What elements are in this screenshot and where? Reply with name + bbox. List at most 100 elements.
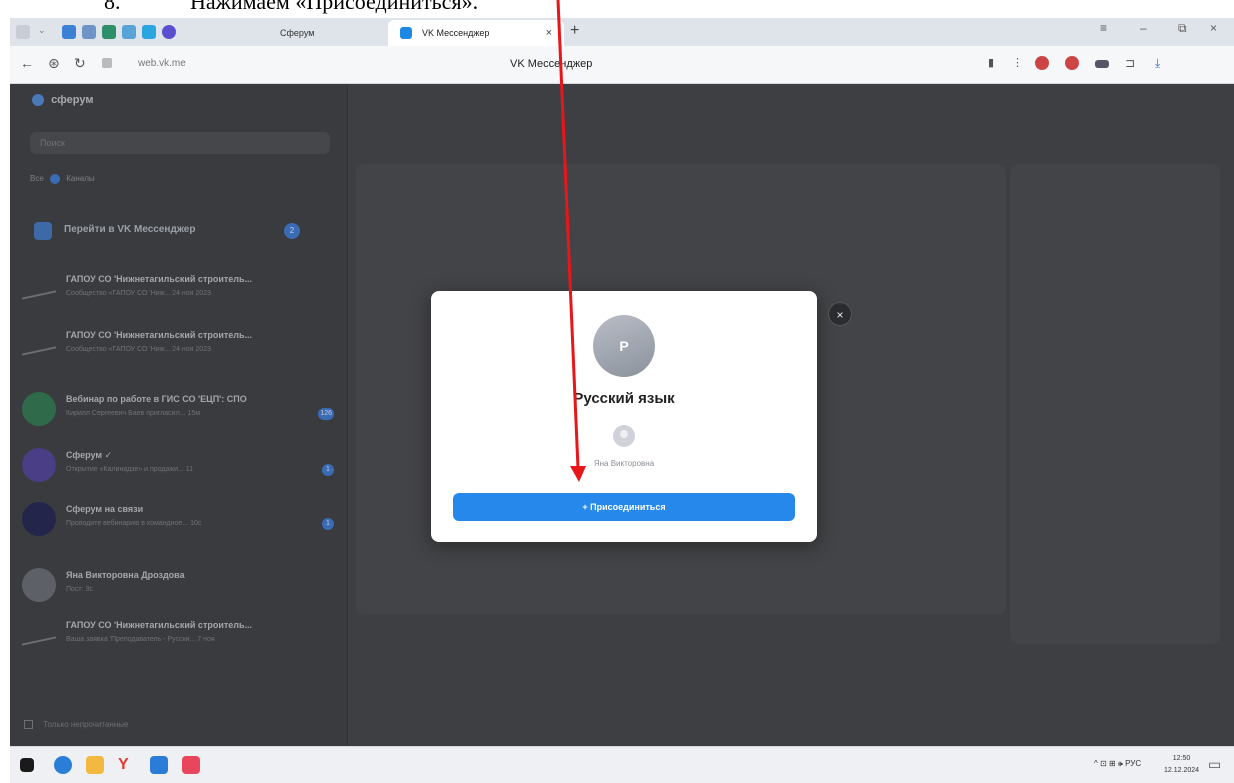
- filter-all[interactable]: Все: [30, 174, 44, 183]
- windows-start-icon[interactable]: [20, 758, 34, 772]
- close-window-button[interactable]: ×: [1210, 21, 1217, 35]
- vk-messenger-icon: [34, 222, 52, 240]
- yandex-browser-icon[interactable]: Y: [118, 756, 136, 774]
- avatar: [22, 448, 56, 482]
- pinned-tab-icon[interactable]: [82, 25, 96, 39]
- browser-tab-bar: ⌄ Сферум VK Мессенджер × + ≡ – ⧉ ×: [10, 18, 1234, 46]
- tab-label: Сферум: [280, 28, 315, 38]
- pinned-tab-icon[interactable]: [162, 25, 176, 39]
- pinned-tab-icon[interactable]: [62, 25, 76, 39]
- app-icon[interactable]: [182, 756, 200, 774]
- filter-count-badge: [50, 174, 61, 184]
- chat-sidebar: сферум Поиск Все Каналы Перейти в VK Мес…: [10, 84, 348, 746]
- tab-sferum[interactable]: Сферум: [268, 22, 378, 44]
- checkbox[interactable]: [24, 720, 33, 730]
- search-input[interactable]: Поиск: [30, 132, 330, 154]
- chat-list-item[interactable]: Сферум на связи Проводите вебинарию в ко…: [22, 494, 338, 544]
- chat-list-item[interactable]: Яна Викторовна Дроздова Пост: 3с: [22, 560, 338, 610]
- user-icon: [613, 425, 635, 447]
- tab-count-icon[interactable]: [16, 25, 30, 39]
- unread-badge: 2: [284, 223, 300, 239]
- chat-list-item[interactable]: ГАПОУ СО 'Нижнетагильский строитель... С…: [22, 264, 338, 314]
- restore-button[interactable]: ⧉: [1178, 21, 1187, 36]
- chat-list-item[interactable]: Сферум ✓ Открытие «Калинадзе» и продажи.…: [22, 440, 338, 490]
- college-logo-icon: [22, 276, 56, 300]
- unread-badge: 126: [318, 408, 334, 420]
- pinned-tab-icon[interactable]: [102, 25, 116, 39]
- unread-badge: 1: [322, 518, 334, 530]
- goto-label: Перейти в VK Мессенджер: [64, 224, 196, 235]
- chat-list-item[interactable]: Вебинар по работе в ГИС СО 'ЕЦП': СПО Ки…: [22, 384, 338, 434]
- chat-name: ГАПОУ СО 'Нижнетагильский строитель...: [66, 620, 253, 630]
- owner-name: Яна Викторовна: [593, 459, 655, 468]
- dialog-title: Русский язык: [573, 390, 675, 407]
- system-tray[interactable]: ^ ⊡ ⊞ 🕪 РУС: [1094, 759, 1141, 769]
- extension-icon[interactable]: [1035, 56, 1049, 70]
- chat-list-item[interactable]: ГАПОУ СО 'Нижнетагильский строитель... С…: [22, 320, 338, 370]
- edge-icon[interactable]: [54, 756, 72, 774]
- chat-name: Сферум на связи: [66, 504, 144, 514]
- close-dialog-button[interactable]: ×: [828, 302, 852, 326]
- avatar: [22, 502, 56, 536]
- address-bar: ← ⊛ ↻ web.vk.me VK Мессенджер ▮ ⋮ ⊐ ⤓: [10, 46, 1234, 84]
- unread-only-label: Только непрочитанные: [43, 720, 129, 729]
- chat-name: ГАПОУ СО 'Нижнетагильский строитель...: [66, 274, 253, 284]
- join-button[interactable]: + Присоединиться: [453, 493, 795, 521]
- extension-icon[interactable]: [1065, 56, 1079, 70]
- download-icon[interactable]: ⤓: [1155, 56, 1160, 71]
- sidebar-header: сферум: [32, 94, 93, 114]
- clock[interactable]: 12:50 12.12.2024: [1164, 753, 1199, 777]
- chat-name: Вебинар по работе в ГИС СО 'ЕЦП': СПО: [66, 394, 247, 404]
- chat-preview: Сообщество «ГАПОУ СО 'Ниж... 24 ноя 2023: [66, 346, 211, 353]
- goto-vk-messenger[interactable]: Перейти в VK Мессенджер 2: [34, 220, 330, 242]
- pinned-tab-icon[interactable]: [142, 25, 156, 39]
- chevron-down-icon[interactable]: ⌄: [38, 25, 52, 39]
- unread-only-toggle[interactable]: Только непрочитанные: [24, 720, 129, 730]
- tab-label: VK Мессенджер: [422, 28, 490, 38]
- side-panel: [1010, 164, 1220, 644]
- back-arrow-icon[interactable]: ←: [20, 55, 34, 71]
- chat-preview: Ваша заявка 'Преподаватель - Русски... 7…: [66, 636, 215, 643]
- time: 12:50: [1172, 755, 1191, 762]
- minimize-button[interactable]: –: [1140, 21, 1147, 35]
- more-icon[interactable]: ⋮: [1012, 56, 1023, 69]
- chat-filters: Все Каналы: [30, 174, 95, 184]
- app-icon[interactable]: [150, 756, 168, 774]
- sferum-logo-icon: [32, 94, 44, 107]
- pinned-tab-icon[interactable]: [122, 25, 136, 39]
- date: 12.12.2024: [1164, 767, 1200, 774]
- chat-name: Сферум ✓: [66, 450, 113, 460]
- url-field[interactable]: web.vk.me: [138, 58, 186, 69]
- tab-close-icon[interactable]: ×: [546, 20, 552, 46]
- screenshot: 8. Нажимаем «Присоединиться». ⌄ Сферум V…: [0, 0, 1234, 783]
- vk-messenger-icon: [400, 27, 412, 39]
- chat-preview: Проводите вебинарию в командное... 10с: [66, 520, 202, 527]
- chat-preview: Кирилл Сергеевич Баев пригласил... 15м: [66, 410, 201, 417]
- new-tab-button[interactable]: +: [570, 22, 586, 40]
- chat-name: ГАПОУ СО 'Нижнетагильский строитель...: [66, 330, 253, 340]
- bookmarks-panel-icon[interactable]: ⊐: [1125, 56, 1135, 70]
- chat-list-item[interactable]: ГАПОУ СО 'Нижнетагильский строитель... В…: [22, 610, 338, 660]
- notifications-icon[interactable]: ▭: [1208, 756, 1221, 773]
- bookmark-icon[interactable]: ▮: [988, 56, 994, 69]
- filter-channels[interactable]: Каналы: [66, 174, 94, 183]
- reload-icon[interactable]: ↻: [74, 55, 86, 72]
- avatar: [22, 392, 56, 426]
- chat-avatar: Р: [593, 315, 655, 377]
- college-logo-icon: [22, 332, 56, 356]
- tab-vk-messenger[interactable]: VK Мессенджер ×: [388, 20, 564, 46]
- document-caption: 8. Нажимаем «Присоединиться».: [0, 0, 1234, 18]
- chat-preview: Открытие «Калинадзе» и продажи... 11: [66, 466, 194, 473]
- chat-preview: Пост: 3с: [66, 586, 93, 593]
- college-logo-icon: [22, 622, 56, 646]
- taskbar: Y ^ ⊡ ⊞ 🕪 РУС 12:50 12.12.2024 ▭: [10, 746, 1234, 783]
- unread-badge: 1: [322, 464, 334, 476]
- file-explorer-icon[interactable]: [86, 756, 104, 774]
- join-dialog: Р Русский язык Яна Викторовна + Присоеди…: [431, 291, 817, 542]
- caption-text: Нажимаем «Присоединиться».: [190, 0, 479, 14]
- lock-icon: [102, 58, 112, 68]
- menu-icon[interactable]: ≡: [1100, 21, 1107, 35]
- sidebar-title: сферум: [51, 94, 94, 106]
- extension-icon[interactable]: [1095, 60, 1109, 68]
- shield-icon[interactable]: ⊛: [48, 55, 60, 72]
